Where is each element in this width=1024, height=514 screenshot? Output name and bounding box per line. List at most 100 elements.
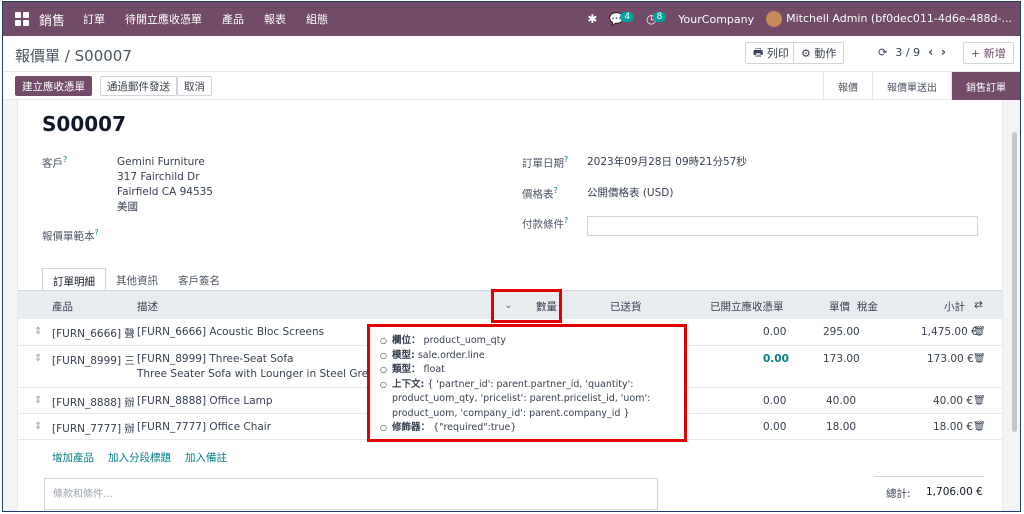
help-icon: ? xyxy=(553,186,558,195)
row-unit-price[interactable]: 173.00 xyxy=(823,353,860,365)
col-description[interactable]: 描述 xyxy=(137,299,158,314)
trash-icon[interactable]: 🗑 xyxy=(973,395,986,406)
order-date-field[interactable]: 2023年09月28日 09時21分57秒 xyxy=(587,155,747,170)
user-name: Mitchell Admin (bf0dec011-4d6e-488d-... xyxy=(786,12,1012,25)
row-description[interactable]: [FURN_8999] Three-Seat Sofa xyxy=(137,353,367,365)
row-unit-price[interactable]: 18.00 xyxy=(826,421,856,433)
row-product[interactable]: [FURN_7777] 辦... xyxy=(52,421,134,436)
row-unit-price[interactable]: 295.00 xyxy=(823,326,860,338)
pager-next-icon[interactable]: › xyxy=(941,45,946,59)
stage-sales-order[interactable]: 銷售訂單 xyxy=(951,72,1020,100)
total-label: 總計: xyxy=(886,488,911,500)
status-stages: 報價 報價單送出 銷售訂單 xyxy=(823,72,1020,100)
user-menu[interactable]: Mitchell Admin (bf0dec011-4d6e-488d-... xyxy=(766,11,1012,27)
total-divider xyxy=(874,476,984,477)
trash-icon[interactable]: 🗑 xyxy=(973,421,986,432)
help-icon: ? xyxy=(94,228,99,237)
navbar-systray: ✱ 💬4 ◷8 YourCompany Mitchell Admin (bf0d… xyxy=(587,2,1012,36)
column-settings-icon[interactable]: ⇄ xyxy=(974,299,983,311)
help-icon: ? xyxy=(564,155,569,164)
menu-reporting[interactable]: 報表 xyxy=(264,11,286,27)
breadcrumb-parent[interactable]: 報價單 xyxy=(15,47,60,65)
row-product[interactable]: [FURN_6666] 聲... xyxy=(52,326,134,341)
send-by-email-button[interactable]: 通過郵件發送 xyxy=(100,76,177,96)
app-name[interactable]: 銷售 xyxy=(39,10,65,29)
menu-orders[interactable]: 訂單 xyxy=(83,11,105,27)
drag-handle-icon[interactable]: ⇕ xyxy=(34,395,42,406)
tooltip-context: 上下文: { 'partner_id': parent.partner_id, … xyxy=(380,378,676,422)
row-description[interactable]: [FURN_7777] Office Chair xyxy=(137,421,367,433)
col-taxes[interactable]: 稅金 xyxy=(857,299,878,314)
order-title: S00007 xyxy=(42,112,126,136)
menu-products[interactable]: 產品 xyxy=(222,11,244,27)
row-product[interactable]: [FURN_8888] 辦... xyxy=(52,395,134,410)
col-subtotal[interactable]: 小計 xyxy=(944,299,965,314)
row-invoiced: 0.00 xyxy=(763,421,787,433)
breadcrumb-current: S00007 xyxy=(74,47,132,65)
row-invoiced: 0.00 xyxy=(763,353,789,365)
app-window: 銷售 訂單 待開立應收憑單 產品 報表 組態 ✱ 💬4 ◷8 YourCompa… xyxy=(2,1,1021,512)
row-subtotal: 40.00 € xyxy=(933,395,974,407)
pager-previous-icon[interactable]: ‹ xyxy=(928,45,933,59)
row-subtotal: 173.00 € xyxy=(927,353,974,365)
row-product[interactable]: [FURN_8999] 三... xyxy=(52,353,134,368)
plus-icon: + xyxy=(971,46,984,60)
gear-icon: ⚙ xyxy=(801,46,815,60)
col-delivered[interactable]: 已送貨 xyxy=(610,299,642,314)
customer-field[interactable]: Gemini Furniture 317 Fairchild Dr Fairfi… xyxy=(117,155,213,215)
row-description[interactable]: [FURN_8888] Office Lamp xyxy=(137,395,367,407)
pricelist-label: 價格表? xyxy=(522,186,558,201)
pricelist-field[interactable]: 公開價格表 (USD) xyxy=(587,186,673,201)
add-product-link[interactable]: 增加產品 xyxy=(52,450,94,465)
create-invoice-button[interactable]: 建立應收憑單 xyxy=(15,76,92,96)
row-description[interactable]: [FURN_6666] Acoustic Bloc Screens xyxy=(137,326,367,338)
status-bar: 建立應收憑單 通過郵件發送 取消 報價 報價單送出 銷售訂單 xyxy=(3,72,1020,100)
col-unit-price[interactable]: 單價 xyxy=(829,299,850,314)
activities-button[interactable]: ◷8 xyxy=(646,12,667,26)
menu-to-invoice[interactable]: 待開立應收憑單 xyxy=(125,11,202,27)
drag-handle-icon[interactable]: ⇕ xyxy=(34,421,42,432)
col-product[interactable]: 產品 xyxy=(52,299,73,314)
print-button[interactable]: 🖶 列印 xyxy=(745,42,797,64)
row-subtotal: 1,475.00 € xyxy=(921,326,978,338)
customer-label: 客戶? xyxy=(42,155,68,170)
cancel-button[interactable]: 取消 xyxy=(177,76,212,96)
trash-icon[interactable]: 🗑 xyxy=(973,326,986,337)
customer-name: Gemini Furniture xyxy=(117,156,205,168)
company-switcher[interactable]: YourCompany xyxy=(678,13,754,26)
apps-menu-icon[interactable] xyxy=(15,12,29,26)
help-icon: ? xyxy=(564,216,569,225)
breadcrumb-separator: / xyxy=(64,47,75,65)
bug-icon[interactable]: ✱ xyxy=(587,12,597,26)
tooltip-field: 欄位： product_uom_qty xyxy=(380,334,676,349)
row-description-detail[interactable]: Three Seater Sofa with Lounger in Steel … xyxy=(137,368,367,380)
stage-quotation[interactable]: 報價 xyxy=(823,72,872,100)
breadcrumb: 報價單 / S00007 xyxy=(15,45,132,66)
activities-badge: 8 xyxy=(652,12,667,22)
scrollbar[interactable] xyxy=(1011,102,1018,492)
add-line-links: 增加產品 加入分段標題 加入備註 xyxy=(52,450,227,465)
trash-icon[interactable]: 🗑 xyxy=(973,353,986,364)
drag-handle-icon[interactable]: ⇕ xyxy=(34,353,42,364)
menu-configuration[interactable]: 組態 xyxy=(306,11,328,27)
messages-badge: 4 xyxy=(620,12,635,22)
payment-terms-input[interactable] xyxy=(587,216,978,236)
drag-handle-icon[interactable]: ⇕ xyxy=(34,326,42,337)
terms-input[interactable]: 條款和條件... xyxy=(44,478,658,510)
action-button[interactable]: ⚙ 動作 xyxy=(793,42,845,64)
add-section-link[interactable]: 加入分段標題 xyxy=(108,450,171,465)
field-debug-tooltip: 欄位： product_uom_qty 模型: sale.order.line … xyxy=(367,324,687,442)
row-unit-price[interactable]: 40.00 xyxy=(826,395,856,407)
refresh-icon[interactable]: ⟳ xyxy=(878,46,887,59)
tooltip-modifiers: 修飾器： {"required":true} xyxy=(380,421,676,436)
col-invoiced[interactable]: 已開立應收憑單 xyxy=(710,299,784,314)
add-note-link[interactable]: 加入備註 xyxy=(185,450,227,465)
messages-button[interactable]: 💬4 xyxy=(609,12,635,26)
tooltip-type: 類型： float xyxy=(380,363,676,378)
stage-quotation-sent[interactable]: 報價單送出 xyxy=(872,72,951,100)
total-amount: 1,706.00 € xyxy=(926,486,983,498)
new-button[interactable]: + 新增 xyxy=(963,42,1014,64)
pager-value[interactable]: 3 / 9 xyxy=(895,46,920,59)
row-invoiced: 0.00 xyxy=(763,395,787,407)
scrollbar-thumb[interactable] xyxy=(1012,132,1017,432)
